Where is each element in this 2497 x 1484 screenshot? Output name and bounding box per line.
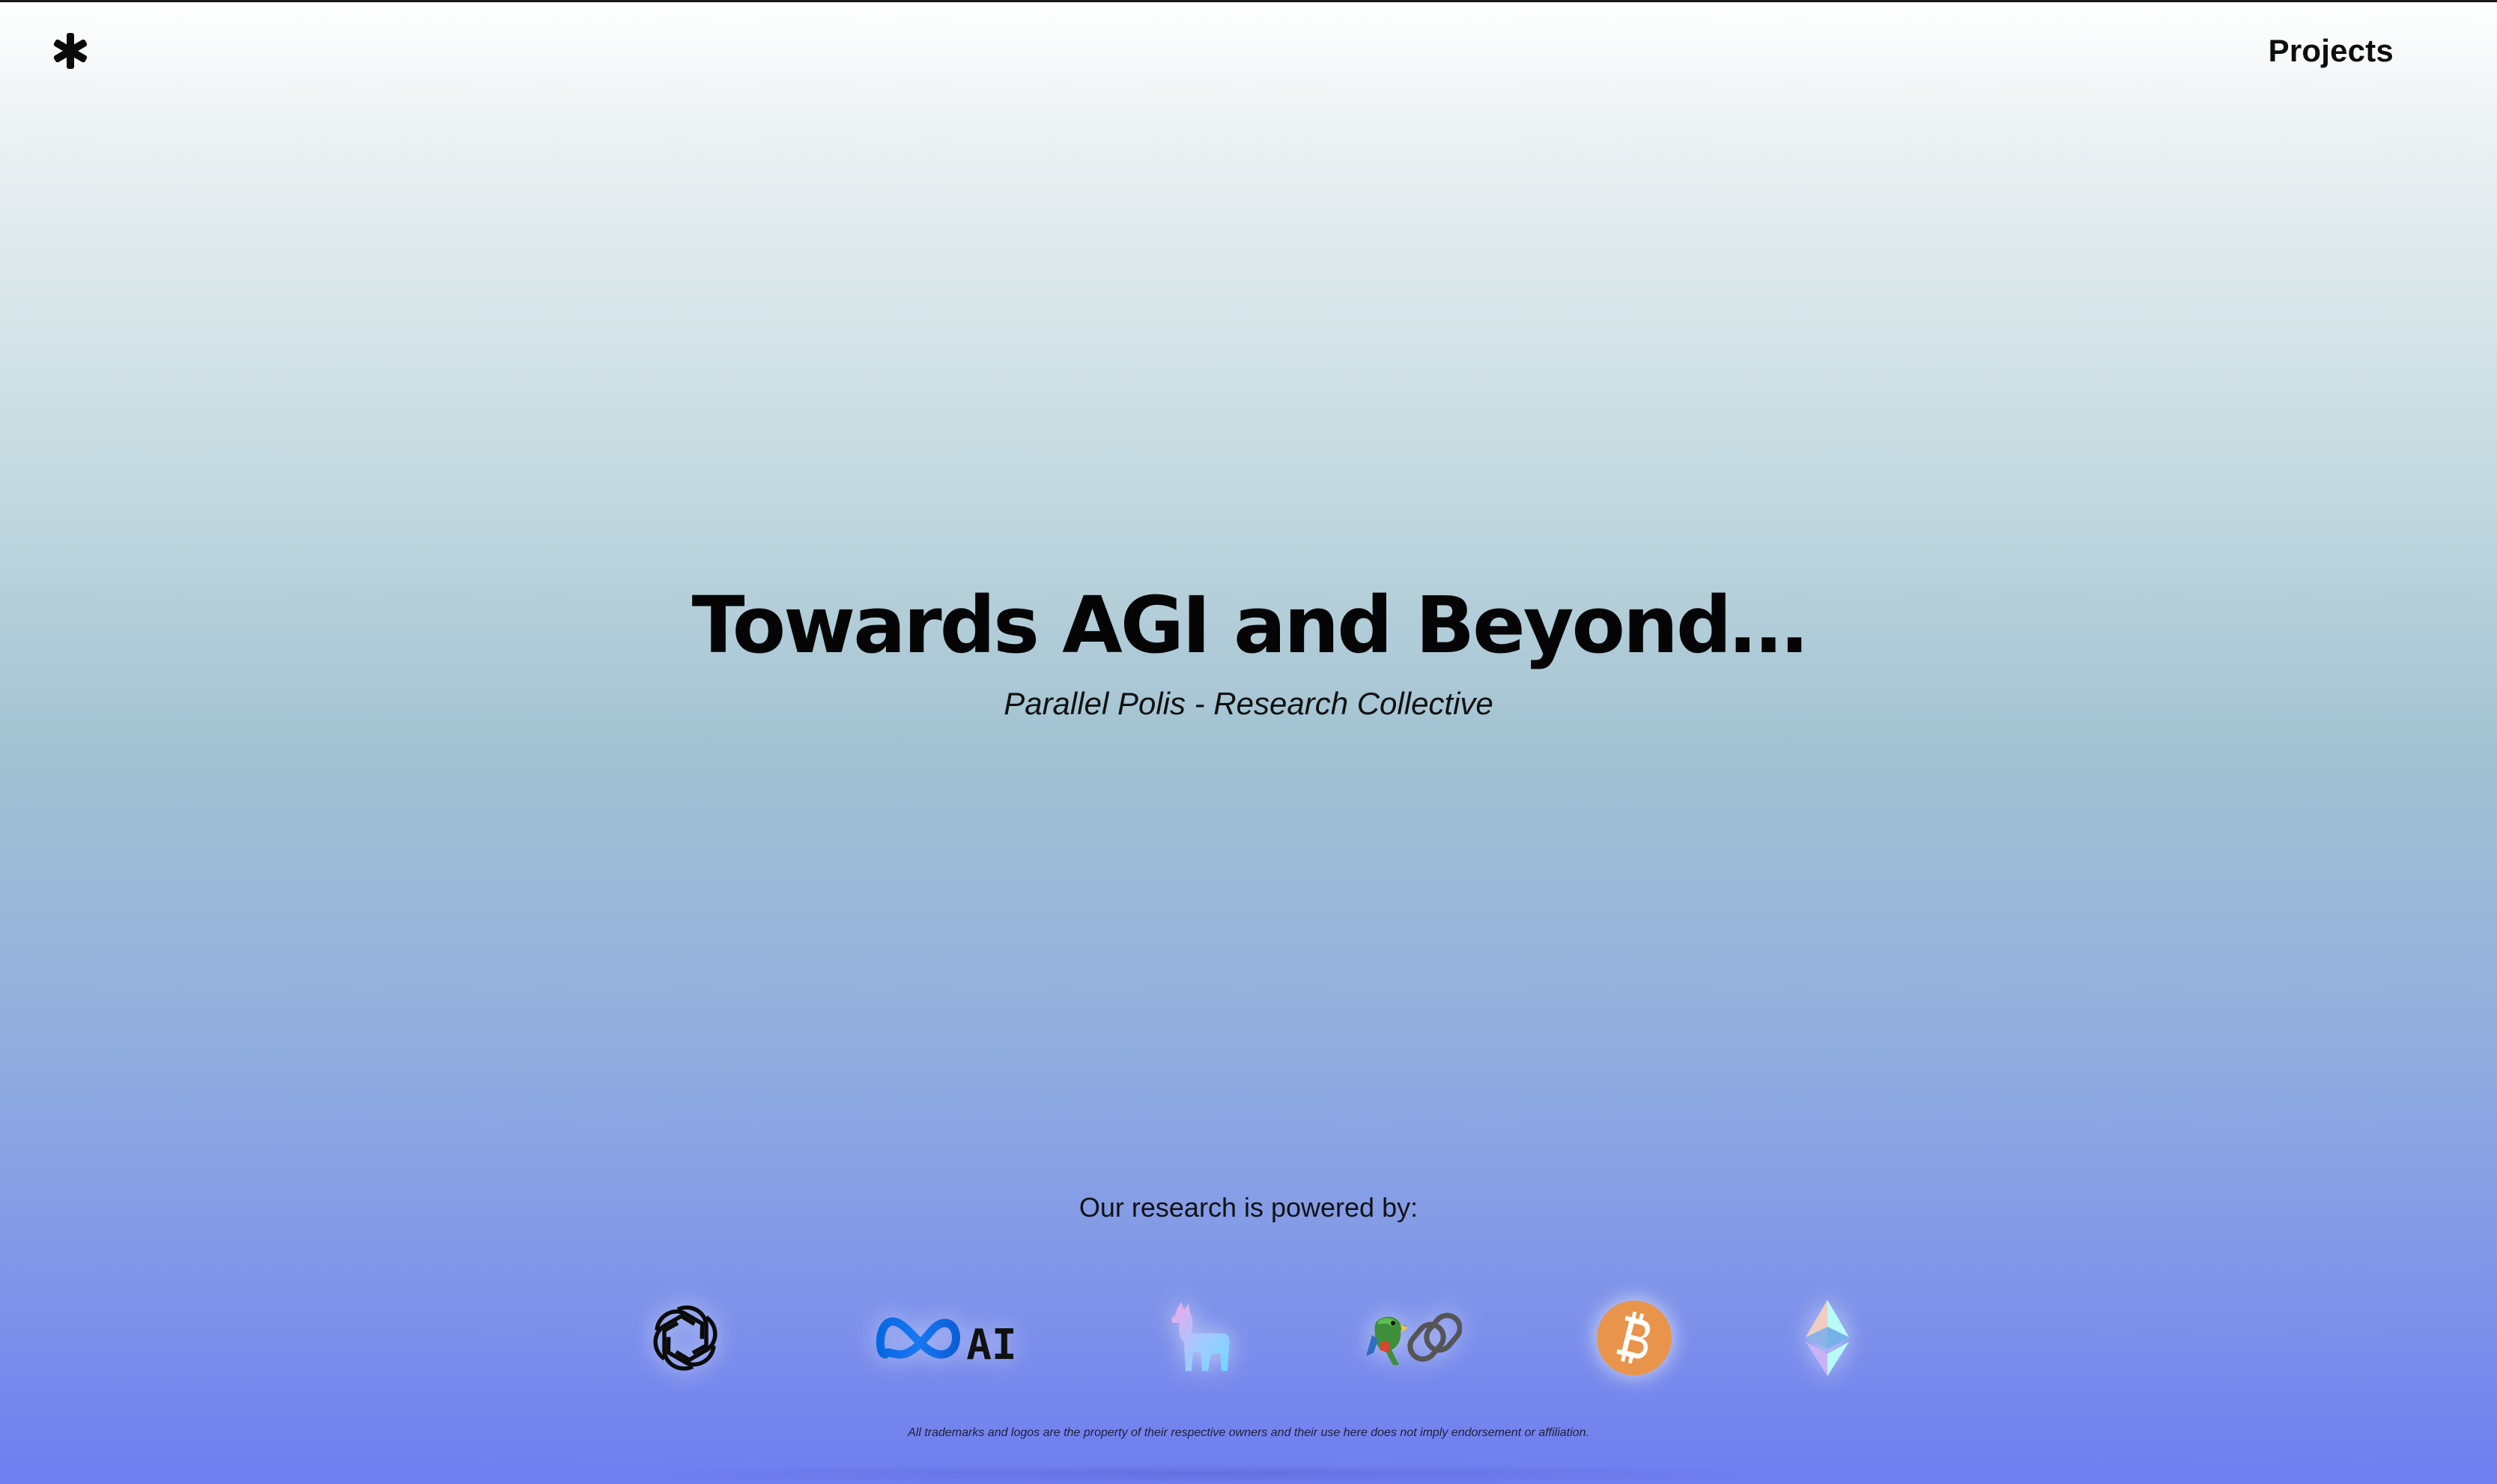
bottom-glow xyxy=(599,1464,1812,1484)
partner-logos: AI xyxy=(0,1289,2497,1387)
trademark-disclaimer: All trademarks and logos are the propert… xyxy=(908,1426,1589,1439)
asterisk-logo-svg xyxy=(53,33,88,69)
chain-link-icon xyxy=(1407,1313,1462,1362)
parrot-icon xyxy=(1366,1316,1408,1365)
hero-title: Towards AGI and Beyond… xyxy=(691,580,1808,671)
meta-ai-icon: AI xyxy=(875,1289,1017,1387)
asterisk-icon[interactable] xyxy=(49,30,91,72)
hero-section: Towards AGI and Beyond… Parallel Polis -… xyxy=(0,569,2497,726)
nav-projects-link[interactable]: Projects xyxy=(2269,33,2394,69)
bitcoin-icon xyxy=(1595,1289,1673,1387)
site-header: Projects xyxy=(0,0,2497,112)
hero-subtitle: Parallel Polis - Research Collective xyxy=(1004,686,1493,721)
ethereum-icon xyxy=(1797,1289,1857,1387)
openai-icon xyxy=(643,1289,728,1387)
llama-icon xyxy=(1165,1289,1234,1387)
powered-by-heading: Our research is powered by: xyxy=(1078,1192,1419,1223)
meta-ai-text: AI xyxy=(966,1320,1017,1369)
langchain-icon xyxy=(1363,1289,1463,1387)
meta-infinity-icon xyxy=(876,1317,961,1359)
